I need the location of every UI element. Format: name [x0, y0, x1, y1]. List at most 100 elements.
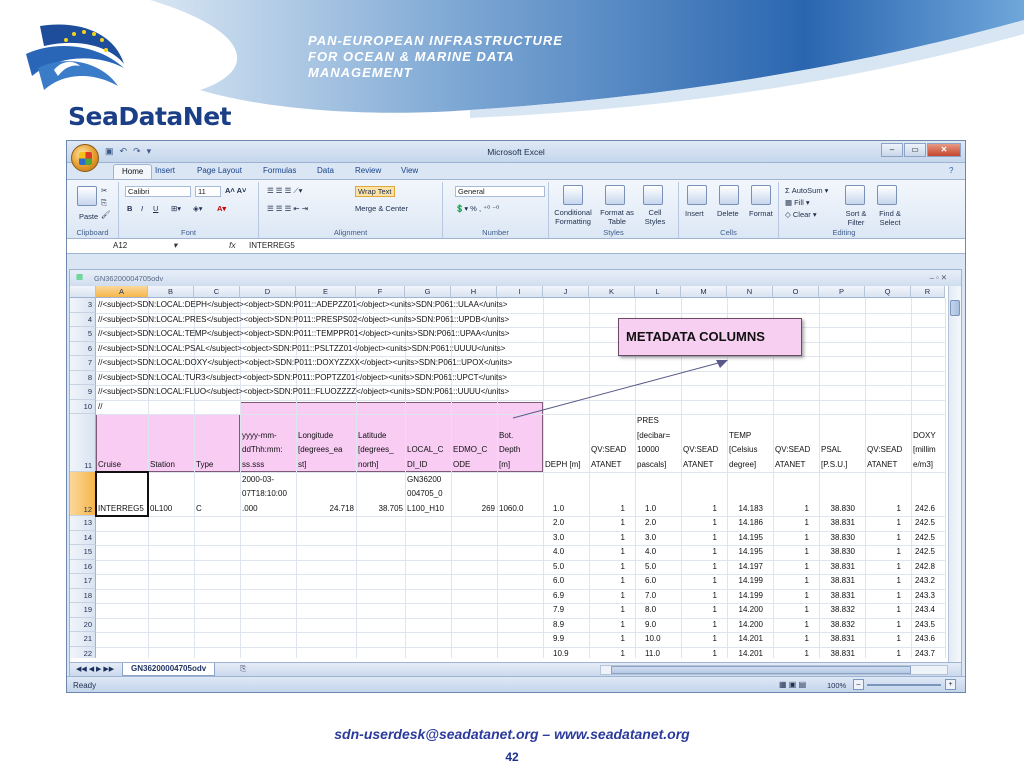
- column-header-cell[interactable]: QV:SEAD ATANET: [683, 443, 725, 472]
- data-cell[interactable]: 1: [775, 502, 809, 517]
- metadata-row-text[interactable]: //<subject>SDN:LOCAL:DOXY</subject><obje…: [98, 356, 512, 371]
- data-cell[interactable]: 2.0: [645, 516, 679, 531]
- cell-styles-button[interactable]: Cell Styles: [639, 208, 671, 226]
- column-header-h[interactable]: H: [451, 286, 497, 298]
- data-cell[interactable]: 1: [591, 618, 625, 633]
- office-button[interactable]: [71, 144, 99, 172]
- data-cell[interactable]: 14.199: [729, 589, 763, 604]
- column-header-l[interactable]: L: [635, 286, 681, 298]
- data-cell[interactable]: 243.7: [913, 647, 935, 659]
- column-header-k[interactable]: K: [589, 286, 635, 298]
- data-cell[interactable]: 1: [867, 603, 901, 618]
- spreadsheet-grid[interactable]: A B C D E F G H I J K L M N O P Q R 3 4 5 6 7 8 9 10 11 12 13 14 15 16 1…: [70, 286, 948, 658]
- row-header-18[interactable]: 18: [70, 588, 96, 603]
- view-buttons[interactable]: ▦ ▣ ▤: [779, 680, 806, 689]
- format-cells-icon[interactable]: [751, 185, 771, 205]
- column-header-g[interactable]: G: [405, 286, 451, 298]
- metadata-row-text[interactable]: //: [98, 400, 102, 415]
- data-cell[interactable]: 1.0: [553, 502, 587, 517]
- maximize-button[interactable]: ▭: [904, 143, 926, 157]
- column-header-cell[interactable]: EDMO_C ODE: [453, 443, 495, 472]
- data-cell[interactable]: 242.6: [913, 502, 935, 517]
- data-cell[interactable]: 4.0: [645, 545, 679, 560]
- clear-button[interactable]: ◇ Clear ▾: [785, 210, 817, 219]
- data-cell[interactable]: 10.9: [553, 647, 587, 659]
- row-header-17[interactable]: 17: [70, 574, 96, 589]
- data-cell[interactable]: 1: [775, 516, 809, 531]
- find-select-icon[interactable]: [877, 185, 897, 205]
- font-size-select[interactable]: 11: [195, 186, 221, 197]
- data-cell[interactable]: 1: [775, 589, 809, 604]
- help-icon[interactable]: ?: [949, 166, 953, 175]
- format-table-icon[interactable]: [605, 185, 625, 205]
- row-header-13[interactable]: 13: [70, 516, 96, 531]
- data-cell[interactable]: 38.831: [821, 574, 855, 589]
- data-cell[interactable]: 1: [683, 647, 717, 659]
- data-cell[interactable]: 1: [591, 531, 625, 546]
- data-cell[interactable]: 243.3: [913, 589, 935, 604]
- column-header-o[interactable]: O: [773, 286, 819, 298]
- column-header-cell[interactable]: PSAL [P.S.U.]: [821, 443, 863, 472]
- data-cell[interactable]: 243.4: [913, 603, 935, 618]
- data-cell[interactable]: 1: [775, 531, 809, 546]
- data-cell[interactable]: 1: [775, 574, 809, 589]
- tab-review[interactable]: Review: [355, 166, 381, 175]
- data-cell[interactable]: 1: [683, 632, 717, 647]
- conditional-formatting-button[interactable]: Conditional Formatting: [551, 208, 595, 226]
- data-cell[interactable]: 6.0: [553, 574, 587, 589]
- delete-cells-icon[interactable]: [719, 185, 739, 205]
- format-painter-icon[interactable]: 🖌: [101, 210, 111, 219]
- tab-view[interactable]: View: [401, 166, 418, 175]
- data-cell[interactable]: 1: [867, 516, 901, 531]
- row-header-10[interactable]: 10: [70, 399, 96, 414]
- data-cell[interactable]: 242.8: [913, 560, 935, 575]
- data-cell[interactable]: 3.0: [645, 531, 679, 546]
- function-icon[interactable]: fx: [229, 240, 236, 250]
- data-cell[interactable]: 1: [775, 603, 809, 618]
- close-button[interactable]: ✕: [927, 143, 961, 157]
- column-header-n[interactable]: N: [727, 286, 773, 298]
- select-all-corner[interactable]: [70, 286, 96, 298]
- format-button[interactable]: Format: [749, 209, 773, 218]
- data-cell[interactable]: 6.9: [553, 589, 587, 604]
- column-header-cell[interactable]: QV:SEAD ATANET: [775, 443, 817, 472]
- row-header-14[interactable]: 14: [70, 530, 96, 545]
- data-cell[interactable]: 1: [775, 647, 809, 659]
- data-cell[interactable]: 1: [591, 589, 625, 604]
- workbook-controls[interactable]: – ▫ ✕: [930, 273, 947, 282]
- column-header-r[interactable]: R: [911, 286, 945, 298]
- data-cell[interactable]: 2.0: [553, 516, 587, 531]
- data-cell[interactable]: 242.5: [913, 545, 935, 560]
- column-header-cell[interactable]: QV:SEAD ATANET: [591, 443, 633, 472]
- find-select-button[interactable]: Find & Select: [873, 209, 907, 227]
- insert-button[interactable]: Insert: [685, 209, 704, 218]
- data-cell[interactable]: 5.0: [553, 560, 587, 575]
- formula-input[interactable]: INTERREG5: [249, 241, 295, 250]
- row-header-21[interactable]: 21: [70, 632, 96, 647]
- data-cell[interactable]: 14.201: [729, 647, 763, 659]
- column-header-cell[interactable]: Latitude [degrees_ north]: [358, 429, 403, 473]
- zoom-out-button[interactable]: –: [853, 679, 864, 690]
- sheet-tab[interactable]: GN36200004705odv: [122, 663, 216, 676]
- data-cell[interactable]: 14.197: [729, 560, 763, 575]
- data-cell[interactable]: 1: [683, 531, 717, 546]
- metadata-row-text[interactable]: //<subject>SDN:LOCAL:DEPH</subject><obje…: [98, 298, 507, 313]
- fill-color-icon[interactable]: ◈▾: [193, 204, 203, 213]
- data-cell[interactable]: 38.832: [821, 603, 855, 618]
- tab-page-layout[interactable]: Page Layout: [197, 166, 242, 175]
- station-cell[interactable]: 0L100: [150, 502, 192, 517]
- data-cell[interactable]: 1: [591, 603, 625, 618]
- bold-button[interactable]: B: [127, 204, 132, 213]
- data-cell[interactable]: 14.201: [729, 632, 763, 647]
- column-header-cell[interactable]: PRES [decibar= 10000 pascals]: [637, 414, 679, 472]
- column-header-cell[interactable]: LOCAL_C DI_ID: [407, 443, 449, 472]
- data-cell[interactable]: 242.5: [913, 531, 935, 546]
- data-cell[interactable]: 1: [775, 545, 809, 560]
- edmo-code-cell[interactable]: 269: [453, 502, 495, 517]
- metadata-row-text[interactable]: //<subject>SDN:LOCAL:PSAL</subject><obje…: [98, 342, 505, 357]
- row-header-4[interactable]: 4: [70, 312, 96, 327]
- data-cell[interactable]: 1: [867, 531, 901, 546]
- data-cell[interactable]: 1: [683, 618, 717, 633]
- column-header-cell[interactable]: Bot. Depth [m]: [499, 429, 541, 473]
- horizontal-scrollbar[interactable]: [600, 665, 948, 675]
